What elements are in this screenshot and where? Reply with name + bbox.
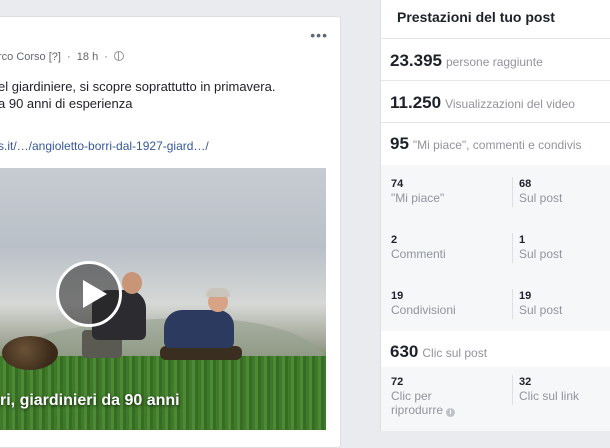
post-text-line: a 90 anni di esperienza xyxy=(0,96,133,111)
insights-title: Prestazioni del tuo post xyxy=(397,9,555,25)
breakdown-number: 19 xyxy=(391,290,404,302)
breakdown-label: "Mi piace" xyxy=(391,191,445,205)
breakdown-number: 74 xyxy=(391,178,404,190)
link-clicks: 32 Clic sul link xyxy=(519,375,579,403)
engagement-breakdown: 74 "Mi piace" 68 Sul post 2 Commenti 1 S… xyxy=(381,165,610,331)
post-text: el giardiniere, si scopre soprattutto in… xyxy=(0,78,328,112)
turf-roll xyxy=(2,336,58,370)
divider xyxy=(512,289,513,319)
breakdown-label: riprodurre xyxy=(391,403,444,417)
meta-separator: · xyxy=(67,51,71,63)
page-gutter xyxy=(345,0,380,431)
breakdown-number: 32 xyxy=(519,376,532,388)
breakdown-label: Sul post xyxy=(519,247,563,261)
shares-on-post: 19 Sul post xyxy=(519,289,562,317)
breakdown-number: 1 xyxy=(519,234,526,246)
post-meta: rco Corso [?] · 18 h · xyxy=(0,51,124,63)
comments-on-post: 1 Sul post xyxy=(519,233,562,261)
clicks-value: 630 xyxy=(390,342,419,361)
video-player[interactable]: ri, giardinieri da 90 anni xyxy=(0,168,326,430)
play-icon[interactable] xyxy=(56,261,122,327)
post-card: rco Corso [?] · 18 h · ••• el giardinier… xyxy=(0,16,341,448)
breakdown-label: Condivisioni xyxy=(391,303,456,317)
clicks-label: Clic sul post xyxy=(422,346,488,360)
engagement-value: 95 xyxy=(390,134,409,153)
shares-total: 19 Condivisioni xyxy=(391,289,456,317)
likes-total: 74 "Mi piace" xyxy=(391,177,444,205)
author-tag: [?] xyxy=(48,51,61,63)
reach-value: 23.395 xyxy=(390,51,442,70)
comments-total: 2 Commenti xyxy=(391,233,446,261)
globe-icon xyxy=(114,51,124,61)
breakdown-number: 2 xyxy=(391,234,398,246)
post-text-line: el giardiniere, si scopre soprattutto in… xyxy=(0,79,276,94)
breakdown-label: Clic sul link xyxy=(519,389,580,403)
clicks-row: 630 Clic sul post xyxy=(381,333,610,367)
views-row: 11.250 Visualizzazioni del video xyxy=(381,80,610,121)
breakdown-number: 68 xyxy=(519,178,532,190)
likes-on-post: 68 Sul post xyxy=(519,177,562,205)
video-caption: ri, giardinieri da 90 anni xyxy=(0,392,180,409)
breakdown-number: 19 xyxy=(519,290,532,302)
post-time[interactable]: 18 h xyxy=(77,51,98,63)
breakdown-label: Sul post xyxy=(519,303,563,317)
views-value: 11.250 xyxy=(390,93,442,112)
engagement-row: 95 "Mi piace", commenti e condivis xyxy=(381,122,610,163)
insights-panel: Prestazioni del tuo post 23.395 persone r… xyxy=(380,0,610,431)
clicks-breakdown: 72 Clic per riprodurre i 32 Clic sul link xyxy=(381,367,610,431)
breakdown-number: 72 xyxy=(391,376,404,388)
ellipsis-icon[interactable]: ••• xyxy=(310,27,328,43)
breakdown-label: Sul post xyxy=(519,191,563,205)
reach-label: persone raggiunte xyxy=(446,55,543,69)
info-icon[interactable]: i xyxy=(446,408,456,417)
meta-separator: · xyxy=(104,51,108,63)
author-name[interactable]: rco Corso xyxy=(0,51,46,63)
views-label: Visualizzazioni del video xyxy=(445,97,575,111)
reach-row: 23.395 persone raggiunte xyxy=(381,38,610,77)
divider xyxy=(512,177,513,207)
post-link[interactable]: s.it/…/angioletto-borri-dal-1927-giard…/ xyxy=(0,139,209,153)
gardener-right xyxy=(160,288,242,368)
divider xyxy=(512,375,513,405)
breakdown-label: Clic per xyxy=(391,389,432,403)
engagement-label: "Mi piace", commenti e condivis xyxy=(412,138,582,152)
play-clicks: 72 Clic per riprodurre i xyxy=(391,375,456,417)
divider xyxy=(512,233,513,263)
breakdown-label: Commenti xyxy=(391,247,446,261)
breakdown-label-line2: riprodurre i xyxy=(391,403,456,417)
